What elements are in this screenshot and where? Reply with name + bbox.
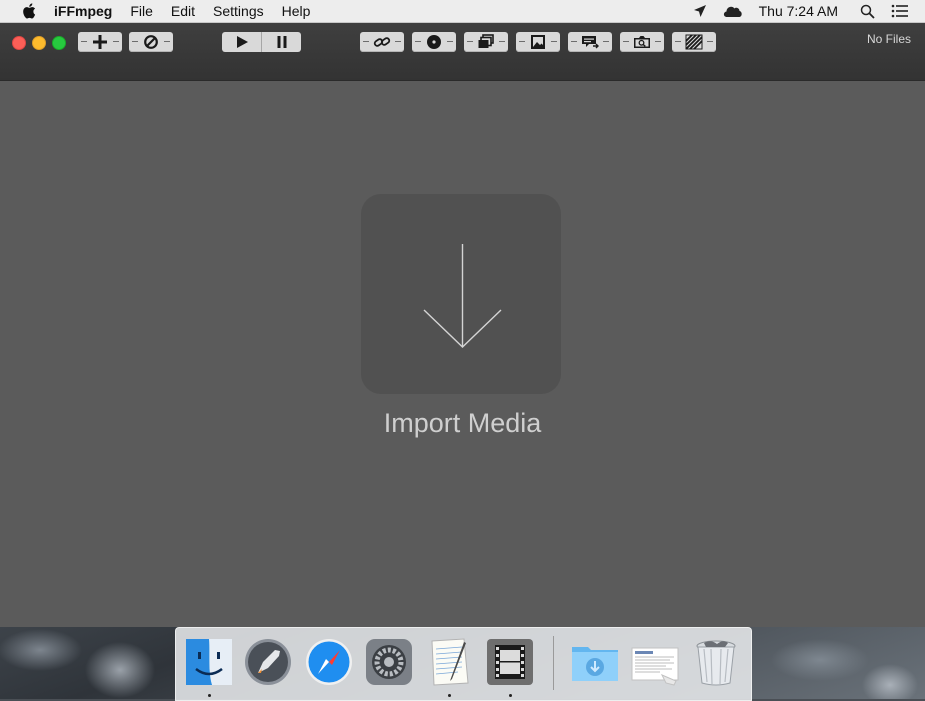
launchpad-icon[interactable] [243,637,293,687]
app-menu[interactable]: iFFmpeg [54,3,112,19]
window-zoom-button[interactable] [52,36,66,50]
system-preferences-icon[interactable] [364,637,414,687]
screenshot-button[interactable] [620,32,664,52]
trash-icon[interactable] [691,637,741,687]
iffmpeg-icon[interactable] [485,637,535,687]
window-minimize-button[interactable] [32,36,46,50]
playback-control [222,32,301,52]
add-icon [93,35,107,49]
toolbar: No Files [0,23,925,81]
image-button[interactable] [516,32,560,52]
notification-center-icon[interactable] [891,4,909,18]
finder-running-indicator [208,694,211,697]
layers-icon [478,34,494,48]
safari-icon[interactable] [304,637,354,687]
spotlight-search-icon[interactable] [860,4,875,19]
import-drop-zone[interactable] [361,194,561,394]
iffmpeg-running-indicator [509,694,512,697]
apple-icon[interactable] [22,3,36,19]
image-icon [531,35,545,49]
link-button[interactable] [360,32,404,52]
file-count-label: No Files [866,32,911,46]
textedit-running-indicator [448,694,451,697]
finder-icon[interactable] [184,637,234,687]
link-icon [373,37,391,47]
crop-pattern-icon [685,34,703,50]
screenshot-icon [634,36,650,48]
pause-button[interactable] [262,32,301,52]
download-arrow-icon [423,244,502,348]
disc-button[interactable] [412,32,456,52]
document-stack-icon[interactable] [630,637,680,687]
downloads-folder-icon[interactable] [570,637,620,687]
layers-button[interactable] [464,32,508,52]
menu-help[interactable]: Help [282,3,311,19]
cancel-button[interactable] [129,32,173,52]
menu-edit[interactable]: Edit [171,3,195,19]
subtitle-icon [582,36,599,49]
menu-clock[interactable]: Thu 7:24 AM [759,3,838,19]
add-button[interactable] [78,32,122,52]
disc-icon [427,35,441,49]
window-close-button[interactable] [12,36,26,50]
menu-file[interactable]: File [130,3,153,19]
textedit-icon[interactable] [424,637,474,687]
cloud-icon[interactable] [723,4,743,18]
menu-bar: iFFmpeg File Edit Settings Help Thu 7:24… [0,0,925,23]
app-window: No Files Import Media [0,23,925,627]
pause-icon [277,36,286,48]
dock [175,627,752,701]
cancel-icon [144,35,158,49]
import-media-label[interactable]: Import Media [0,408,925,439]
subtitle-button[interactable] [568,32,612,52]
dock-separator [553,636,554,690]
start-button[interactable] [222,32,262,52]
location-icon[interactable] [693,4,707,18]
play-icon [236,36,248,48]
crop-pattern-button[interactable] [672,32,716,52]
menu-settings[interactable]: Settings [213,3,264,19]
status-menus: Thu 7:24 AM [693,0,925,22]
